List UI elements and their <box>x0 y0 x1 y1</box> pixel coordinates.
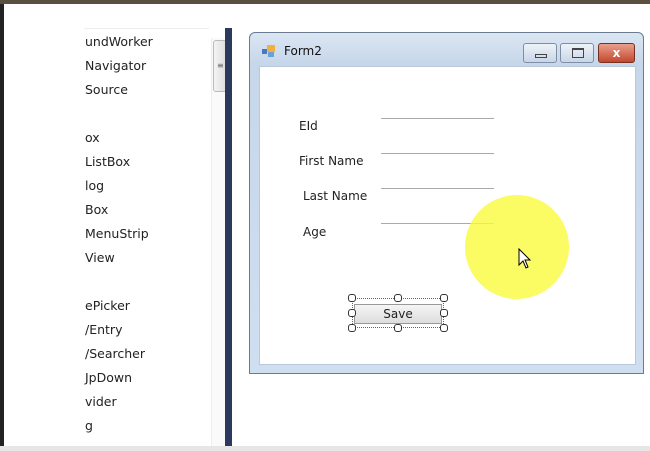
resize-handle[interactable] <box>440 309 448 317</box>
scrollbar-thumb[interactable]: ≡ <box>213 40 225 92</box>
bottom-bar <box>0 446 650 451</box>
toolbox-item[interactable]: Box <box>85 202 108 217</box>
resize-handle[interactable] <box>348 324 356 332</box>
maximize-icon <box>572 48 584 58</box>
toolbox-item[interactable]: View <box>85 250 115 265</box>
toolbox-item[interactable]: undWorker <box>85 34 153 49</box>
resize-handle[interactable] <box>348 294 356 302</box>
resize-handle[interactable] <box>348 309 356 317</box>
panel-divider[interactable] <box>225 28 232 446</box>
toolbox-item[interactable]: Source <box>85 82 128 97</box>
resize-handle[interactable] <box>394 294 402 302</box>
toolbox-item[interactable]: /Entry <box>85 322 122 337</box>
form-app-icon <box>262 45 276 57</box>
toolbox-item[interactable]: ePicker <box>85 298 130 313</box>
toolbox-item[interactable]: g <box>85 418 93 433</box>
form2-window: Form2 x EId First Name Last Name Age Sav… <box>249 32 644 374</box>
form-client-area: EId First Name Last Name Age Save <box>259 66 636 365</box>
maximize-button[interactable] <box>560 43 594 63</box>
toolbox-item[interactable]: vider <box>85 394 117 409</box>
label-last-name: Last Name <box>303 189 368 203</box>
toolbox-item[interactable]: /Searcher <box>85 346 145 361</box>
label-age: Age <box>303 225 327 239</box>
toolbox-item[interactable]: JpDown <box>85 370 132 385</box>
close-icon: x <box>612 46 621 60</box>
toolbox-panel: undWorker Navigator Source ox ListBox log Box M… <box>4 4 225 447</box>
minimize-button[interactable] <box>523 43 557 63</box>
save-button[interactable]: Save <box>354 304 442 324</box>
close-button[interactable]: x <box>598 43 635 63</box>
resize-handle[interactable] <box>440 294 448 302</box>
toolbox-scrollbar[interactable]: ≡ <box>211 38 225 447</box>
toolbox-item[interactable]: Navigator <box>85 58 146 73</box>
mouse-cursor-icon <box>518 248 532 269</box>
toolbox-item[interactable]: MenuStrip <box>85 226 149 241</box>
toolbox-item[interactable]: log <box>85 178 104 193</box>
cursor-highlight <box>465 195 569 299</box>
minimize-icon <box>535 54 547 58</box>
grip-icon: ≡ <box>217 61 224 70</box>
first-name-input[interactable] <box>381 153 494 183</box>
window-title: Form2 <box>284 44 322 58</box>
toolbox-item[interactable]: ListBox <box>85 154 130 169</box>
label-eid: EId <box>299 119 318 133</box>
toolbox-top-line <box>84 28 209 29</box>
resize-handle[interactable] <box>440 324 448 332</box>
resize-handle[interactable] <box>394 324 402 332</box>
label-first-name: First Name <box>299 154 364 168</box>
toolbox-item[interactable]: ox <box>85 130 100 145</box>
eid-input[interactable] <box>381 118 494 148</box>
